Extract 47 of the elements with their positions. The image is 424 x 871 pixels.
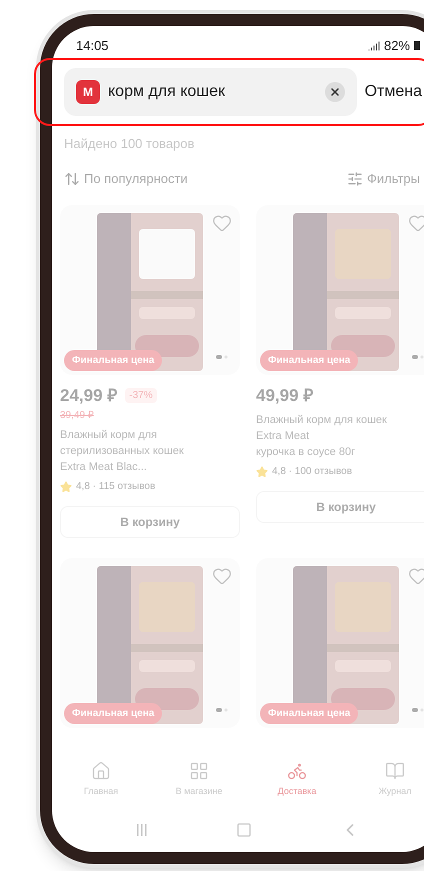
- product-card[interactable]: Финальная цена: [256, 558, 424, 728]
- rating: 4,8 · 115 отзывов: [76, 480, 156, 494]
- close-icon: [328, 86, 341, 98]
- star-icon: [60, 480, 72, 492]
- bike-icon: [287, 761, 307, 782]
- search-field[interactable]: M корм для кошек: [64, 68, 357, 116]
- add-to-cart-button[interactable]: В корзину: [256, 491, 424, 523]
- battery-icon: [414, 41, 420, 50]
- discount-badge: -37%: [125, 388, 157, 403]
- cancel-button[interactable]: Отмена: [364, 80, 422, 104]
- sort-icon: [64, 170, 80, 187]
- old-price: 39,49 ₽: [60, 409, 95, 423]
- status-time: 14:05: [76, 37, 109, 55]
- heart-icon[interactable]: [212, 566, 232, 586]
- recent-apps-icon[interactable]: [136, 823, 148, 837]
- product-title: Влажный корм для кошек Extra Meat курочка в соусе 80г: [256, 413, 388, 460]
- price-badge: Финальная цена: [260, 350, 358, 370]
- heart-icon[interactable]: [408, 212, 424, 232]
- search-query: корм для кошек: [108, 82, 226, 102]
- app-logo: M: [76, 80, 100, 104]
- product-card[interactable]: Финальная цена: [60, 558, 240, 728]
- filter-icon: [346, 170, 363, 187]
- product-card[interactable]: Финальная цена: [60, 204, 240, 374]
- price-badge: Финальная цена: [260, 703, 358, 724]
- price: 49,99 ₽: [256, 384, 314, 406]
- sort-button[interactable]: По популярности: [64, 169, 188, 188]
- filters-button[interactable]: Фильтры: [346, 169, 420, 188]
- product-title: Влажный корм для стерилизованных кошек Extra Meat Blac...: [60, 428, 185, 475]
- pagination-dots-icon: [216, 708, 228, 712]
- pagination-dots-icon: [216, 354, 228, 358]
- price-badge: Финальная цена: [64, 350, 162, 370]
- book-icon: [385, 761, 405, 782]
- price: 24,99 ₽: [60, 384, 118, 406]
- clear-button[interactable]: [324, 82, 345, 102]
- pagination-dots-icon: [412, 708, 424, 712]
- heart-icon[interactable]: [212, 212, 232, 232]
- grid-icon: [189, 761, 209, 782]
- price-badge: Финальная цена: [64, 703, 162, 724]
- home-button-icon[interactable]: [236, 822, 252, 838]
- heart-icon[interactable]: [408, 566, 424, 586]
- rating: 4,8 · 100 отзывов: [272, 465, 352, 479]
- product-card[interactable]: Финальная цена: [256, 204, 424, 374]
- home-icon: [91, 761, 111, 782]
- battery-level: 82%: [384, 37, 410, 55]
- add-to-cart-button[interactable]: В корзину: [60, 506, 240, 538]
- pagination-dots-icon: [412, 354, 424, 358]
- star-icon: [256, 466, 268, 478]
